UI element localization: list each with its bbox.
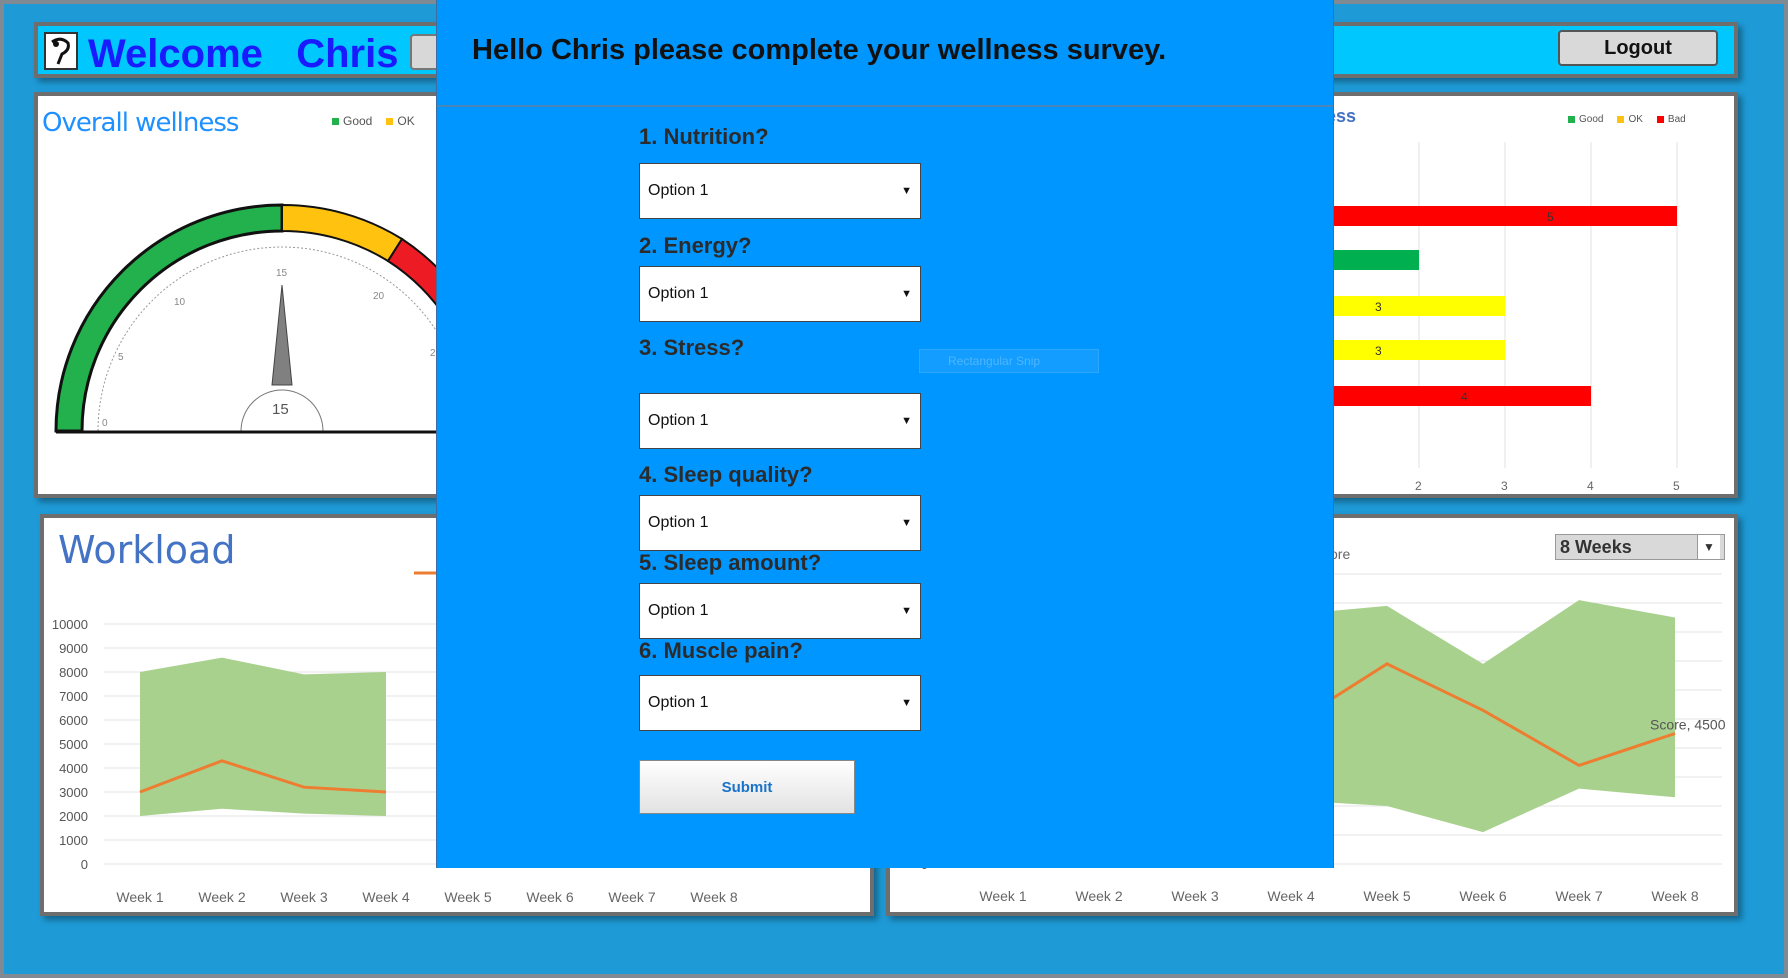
workload-y-tick: 4000	[59, 761, 88, 776]
wellness-bars-panel: ess Good OK Bad 23455334	[1300, 92, 1738, 498]
workload-x-tick: Week 2	[198, 889, 245, 905]
bar	[1304, 206, 1677, 226]
workload-y-tick: 6000	[59, 713, 88, 728]
wellness-bar-chart: 2 3 4 5 5 3 3 4	[1304, 142, 1680, 493]
bars-x-tick: 4	[1587, 479, 1594, 493]
workload-y-tick: 2000	[59, 809, 88, 824]
muscle-pain-select-value: Option 1	[648, 694, 709, 711]
score-x-tick: Week 6	[1459, 888, 1506, 904]
bar	[1304, 340, 1505, 360]
muscle-pain-select[interactable]: Option 1 ▼	[639, 675, 921, 731]
gauge-ok-arc	[281, 203, 404, 263]
question-stress-label: 3. Stress?	[639, 335, 745, 360]
workload-x-tick: Week 6	[526, 889, 573, 905]
survey-divider	[437, 105, 1333, 107]
bars-x-tick: 5	[1673, 479, 1680, 493]
nutrition-select[interactable]: Option 1 ▼	[639, 163, 921, 219]
gauge-value: 15	[272, 401, 289, 418]
survey-title: Hello Chris please complete your wellnes…	[472, 34, 1167, 66]
overall-wellness-panel: Overall wellness Good OK 0 5 10 15 20 25…	[34, 92, 454, 498]
bars-x-tick: 3	[1501, 479, 1508, 493]
workload-x-tick: Week 4	[362, 889, 409, 905]
chevron-down-icon: ▼	[901, 415, 912, 427]
bar-label: 3	[1375, 344, 1382, 358]
gauge-tick: 15	[276, 268, 288, 279]
question-nutrition-label: 1. Nutrition?	[639, 124, 769, 149]
workload-y-tick: 10000	[52, 617, 88, 632]
gauge-good-arc	[54, 203, 284, 433]
score-x-tick: Week 8	[1651, 888, 1698, 904]
bar-label: 5	[1547, 210, 1554, 224]
submit-button[interactable]: Submit	[639, 760, 855, 814]
gauge-chart: 0 5 10 15 20 25 15	[54, 203, 450, 434]
gauge-needle	[271, 284, 293, 386]
bar	[1304, 296, 1505, 316]
welcome-heading: Welcome Chris	[88, 32, 399, 76]
score-x-tick: Week 1	[979, 888, 1026, 904]
chevron-down-icon: ▼	[901, 288, 912, 300]
app-logo	[44, 32, 78, 70]
score-x-tick: Week 2	[1075, 888, 1122, 904]
gauge-tick: 10	[174, 297, 186, 308]
question-sleep-quality-label: 4. Sleep quality?	[639, 462, 813, 487]
stress-select-value: Option 1	[648, 412, 709, 429]
snip-tool-ghost: Rectangular Snip	[919, 349, 1099, 373]
score-range-area	[1291, 600, 1675, 833]
sleep-quality-select-value: Option 1	[648, 514, 709, 531]
energy-select[interactable]: Option 1 ▼	[639, 266, 921, 322]
bar-label: 4	[1461, 390, 1468, 404]
workload-x-tick: Week 8	[690, 889, 737, 905]
question-energy-label: 2. Energy?	[639, 233, 752, 258]
gauge-tick: 0	[102, 418, 108, 429]
chevron-down-icon: ▼	[901, 185, 912, 197]
logout-button[interactable]: Logout	[1558, 30, 1718, 66]
stress-select[interactable]: Option 1 ▼	[639, 393, 921, 449]
chevron-down-icon: ▼	[901, 605, 912, 617]
sleep-quality-select[interactable]: Option 1 ▼	[639, 495, 921, 551]
workload-x-tick: Week 3	[280, 889, 327, 905]
gauge-tick: 20	[373, 291, 385, 302]
bar-label: 3	[1375, 300, 1382, 314]
workload-range-area	[140, 657, 386, 816]
chevron-down-icon: ▼	[901, 517, 912, 529]
score-x-tick: Week 5	[1363, 888, 1410, 904]
workload-y-tick: 5000	[59, 737, 88, 752]
survey-modal: Hello Chris please complete your wellnes…	[436, 0, 1334, 868]
workload-x-tick: Week 5	[444, 889, 491, 905]
workload-y-tick: 8000	[59, 665, 88, 680]
energy-select-value: Option 1	[648, 285, 709, 302]
question-sleep-amount-label: 5. Sleep amount?	[639, 550, 822, 575]
bars-x-tick: 2	[1415, 479, 1422, 493]
workload-y-tick: 1000	[59, 833, 88, 848]
question-muscle-pain-label: 6. Muscle pain?	[639, 638, 803, 663]
workload-y-tick: 7000	[59, 689, 88, 704]
sleep-amount-select[interactable]: Option 1 ▼	[639, 583, 921, 639]
score-x-tick: Week 7	[1555, 888, 1602, 904]
workload-y-tick: 3000	[59, 785, 88, 800]
score-x-tick: Week 3	[1171, 888, 1218, 904]
chevron-down-icon: ▼	[901, 697, 912, 709]
workload-y-tick: 0	[81, 857, 88, 872]
workload-x-tick: Week 1	[116, 889, 163, 905]
workload-x-tick: Week 7	[608, 889, 655, 905]
bar	[1304, 386, 1591, 406]
nutrition-select-value: Option 1	[648, 182, 709, 199]
score-data-label: Score, 4500	[1650, 717, 1726, 733]
sleep-amount-select-value: Option 1	[648, 602, 709, 619]
score-x-tick: Week 4	[1267, 888, 1314, 904]
gauge-tick: 5	[118, 352, 124, 363]
workload-y-tick: 9000	[59, 641, 88, 656]
